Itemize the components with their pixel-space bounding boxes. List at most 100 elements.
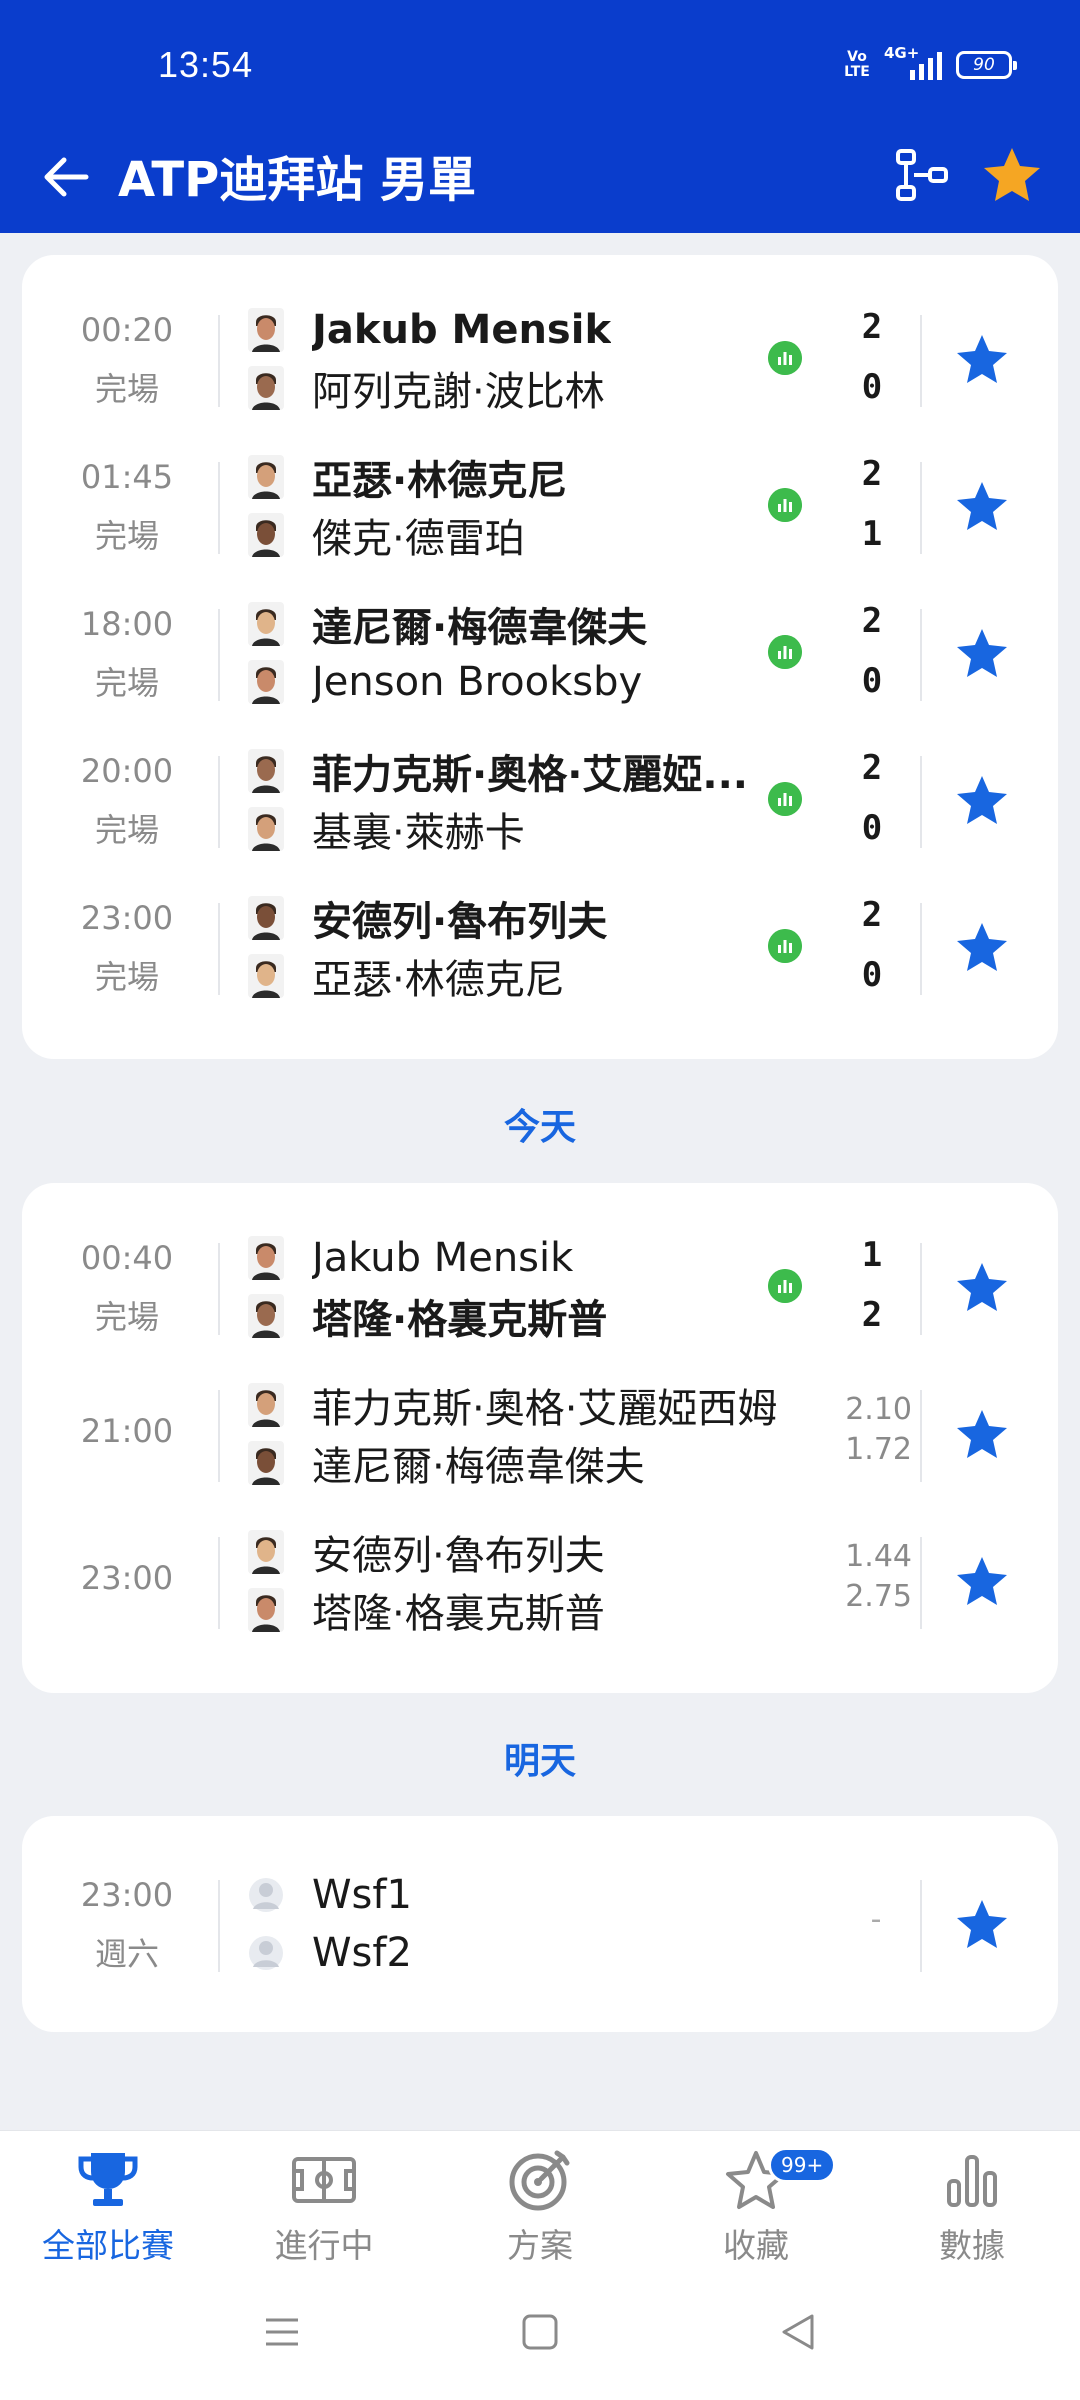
player-name: 達尼爾·梅德韋傑夫 bbox=[312, 605, 648, 651]
player-2: 阿列克謝·波比林 bbox=[248, 363, 605, 415]
divider bbox=[218, 903, 220, 995]
match-status: 完場 bbox=[94, 517, 159, 555]
odds-player-2: 2.75 bbox=[845, 1579, 912, 1614]
match-row[interactable]: 21:00 菲力克斯·奧格·艾麗婭西姆 達尼爾·梅德韋傑夫 2.10 1.72 bbox=[22, 1360, 1058, 1507]
divider bbox=[920, 1880, 922, 1972]
player-1: 安德列·魯布列夫 bbox=[248, 893, 607, 945]
favorite-star-icon[interactable] bbox=[954, 1259, 1010, 1315]
player-name: Wsf1 bbox=[312, 1872, 412, 1918]
match-row[interactable]: 01:45 完場 亞瑟·林德克尼 傑克·德雷珀 2 1 bbox=[22, 432, 1058, 579]
network-label: 4G+ bbox=[884, 44, 920, 62]
match-row[interactable]: 00:20 完場 Jakub Mensik 阿列克謝·波比林 2 0 bbox=[22, 285, 1058, 432]
player-2: Wsf2 bbox=[248, 1928, 412, 1978]
score-player-1: 2 bbox=[861, 454, 883, 494]
stats-icon[interactable] bbox=[768, 341, 802, 375]
match-time: 00:40 bbox=[80, 1239, 174, 1277]
status-time: 13:54 bbox=[158, 44, 254, 85]
player-avatar bbox=[248, 749, 284, 793]
favorite-star-icon[interactable] bbox=[954, 1553, 1010, 1609]
divider bbox=[218, 756, 220, 848]
player-1: 菲力克斯·奧格·艾麗婭西姆 bbox=[248, 1380, 777, 1432]
player-name: Jakub Mensik bbox=[312, 307, 612, 353]
bracket-icon[interactable] bbox=[892, 145, 952, 205]
match-row[interactable]: 23:00 安德列·魯布列夫 塔隆·格裏克斯普 1.44 2.75 bbox=[22, 1507, 1058, 1654]
player-name: 阿列克謝·波比林 bbox=[312, 369, 605, 415]
score-player-1: 2 bbox=[861, 748, 883, 788]
top-bar: 13:54 Vo LTE 4G+ 90 ATP迪拜站 男單 bbox=[0, 0, 1080, 233]
player-1: Wsf1 bbox=[248, 1870, 412, 1920]
match-row[interactable]: 18:00 完場 達尼爾·梅德韋傑夫 Jenson Brooksby 2 0 bbox=[22, 579, 1058, 726]
favorite-star-icon[interactable] bbox=[954, 1896, 1010, 1952]
divider bbox=[920, 609, 922, 701]
match-status: 週六 bbox=[94, 1935, 159, 1973]
nav-all-matches[interactable]: 全部比賽 bbox=[0, 2145, 216, 2267]
match-time: 23:00 bbox=[80, 1876, 174, 1914]
nav-label: 進行中 bbox=[274, 2226, 374, 2265]
back-triangle-icon[interactable] bbox=[774, 2308, 822, 2356]
divider bbox=[218, 1390, 220, 1482]
back-arrow-icon[interactable] bbox=[36, 147, 96, 207]
menu-icon[interactable] bbox=[258, 2308, 306, 2356]
stats-icon[interactable] bbox=[768, 488, 802, 522]
trophy-icon bbox=[78, 2153, 138, 2206]
favorite-star-icon[interactable] bbox=[954, 625, 1010, 681]
divider bbox=[920, 1390, 922, 1482]
nav-favorites[interactable]: 99+ 收藏 bbox=[648, 2145, 864, 2267]
score-player-2: 0 bbox=[861, 367, 883, 407]
player-2: 基裏·萊赫卡 bbox=[248, 804, 525, 856]
player-avatar-placeholder-icon bbox=[249, 1936, 283, 1970]
home-icon[interactable] bbox=[516, 2308, 564, 2356]
stats-icon[interactable] bbox=[768, 635, 802, 669]
player-avatar bbox=[248, 1236, 284, 1280]
score-player-2: 2 bbox=[861, 1295, 883, 1335]
stats-icon[interactable] bbox=[768, 782, 802, 816]
nav-plans[interactable]: 方案 bbox=[432, 2145, 648, 2267]
player-1: 亞瑟·林德克尼 bbox=[248, 452, 567, 504]
match-row[interactable]: 23:00 完場 安德列·魯布列夫 亞瑟·林德克尼 2 0 bbox=[22, 873, 1058, 1020]
nav-label: 收藏 bbox=[723, 2226, 789, 2265]
player-1: 安德列·魯布列夫 bbox=[248, 1527, 605, 1579]
match-row[interactable]: 23:00 週六 Wsf1 Wsf2 - bbox=[22, 1850, 1058, 1997]
player-name: 塔隆·格裏克斯普 bbox=[312, 1591, 605, 1637]
score-player-2: 1 bbox=[861, 514, 883, 554]
score-player-2: 0 bbox=[861, 661, 883, 701]
today-matches-card: 00:40 完場 Jakub Mensik 塔隆·格裏克斯普 1 2 21:00 菲力克斯·奧… bbox=[22, 1183, 1058, 1693]
player-avatar bbox=[248, 807, 284, 851]
tomorrow-matches-card: 23:00 週六 Wsf1 Wsf2 - bbox=[22, 1816, 1058, 2032]
bar-chart-icon bbox=[947, 2155, 997, 2207]
stats-icon[interactable] bbox=[768, 1269, 802, 1303]
bottom-nav: 全部比賽 進行中 方案 99+ 收藏 數據 bbox=[0, 2130, 1080, 2270]
pitch-icon bbox=[292, 2157, 356, 2203]
player-1: 達尼爾·梅德韋傑夫 bbox=[248, 599, 647, 651]
player-name: Jenson Brooksby bbox=[312, 659, 643, 705]
player-avatar bbox=[248, 366, 284, 410]
favorite-star-icon[interactable] bbox=[954, 331, 1010, 387]
stats-icon[interactable] bbox=[768, 929, 802, 963]
score-player-1: 2 bbox=[861, 895, 883, 935]
player-name: 亞瑟·林德克尼 bbox=[312, 458, 568, 504]
favorite-star-icon[interactable] bbox=[954, 919, 1010, 975]
player-name: 菲力克斯·奧格·艾麗婭... bbox=[312, 752, 748, 798]
player-avatar bbox=[248, 455, 284, 499]
player-name: 亞瑟·林德克尼 bbox=[312, 957, 565, 1003]
player-2: 傑克·德雷珀 bbox=[248, 510, 525, 562]
player-avatar bbox=[248, 308, 284, 352]
nav-stats[interactable]: 數據 bbox=[864, 2145, 1080, 2267]
favorite-star-icon[interactable] bbox=[954, 772, 1010, 828]
score-player-1: 2 bbox=[861, 307, 883, 347]
nav-live[interactable]: 進行中 bbox=[216, 2145, 432, 2267]
favorite-star-icon[interactable] bbox=[954, 478, 1010, 534]
match-row[interactable]: 20:00 完場 菲力克斯·奧格·艾麗婭... 基裏·萊赫卡 2 0 bbox=[22, 726, 1058, 873]
favorite-star-icon[interactable] bbox=[954, 1406, 1010, 1462]
player-name: 塔隆·格裏克斯普 bbox=[312, 1297, 608, 1343]
divider bbox=[218, 1537, 220, 1629]
favorite-star-icon[interactable] bbox=[980, 143, 1044, 207]
player-name: 菲力克斯·奧格·艾麗婭西姆 bbox=[312, 1386, 778, 1432]
player-2: 達尼爾·梅德韋傑夫 bbox=[248, 1438, 645, 1490]
player-avatar bbox=[248, 896, 284, 940]
match-status: 完場 bbox=[94, 370, 159, 408]
divider bbox=[920, 1537, 922, 1629]
section-tomorrow: 明天 bbox=[503, 1741, 576, 1782]
match-row[interactable]: 00:40 完場 Jakub Mensik 塔隆·格裏克斯普 1 2 bbox=[22, 1213, 1058, 1360]
match-time: 18:00 bbox=[80, 605, 174, 643]
